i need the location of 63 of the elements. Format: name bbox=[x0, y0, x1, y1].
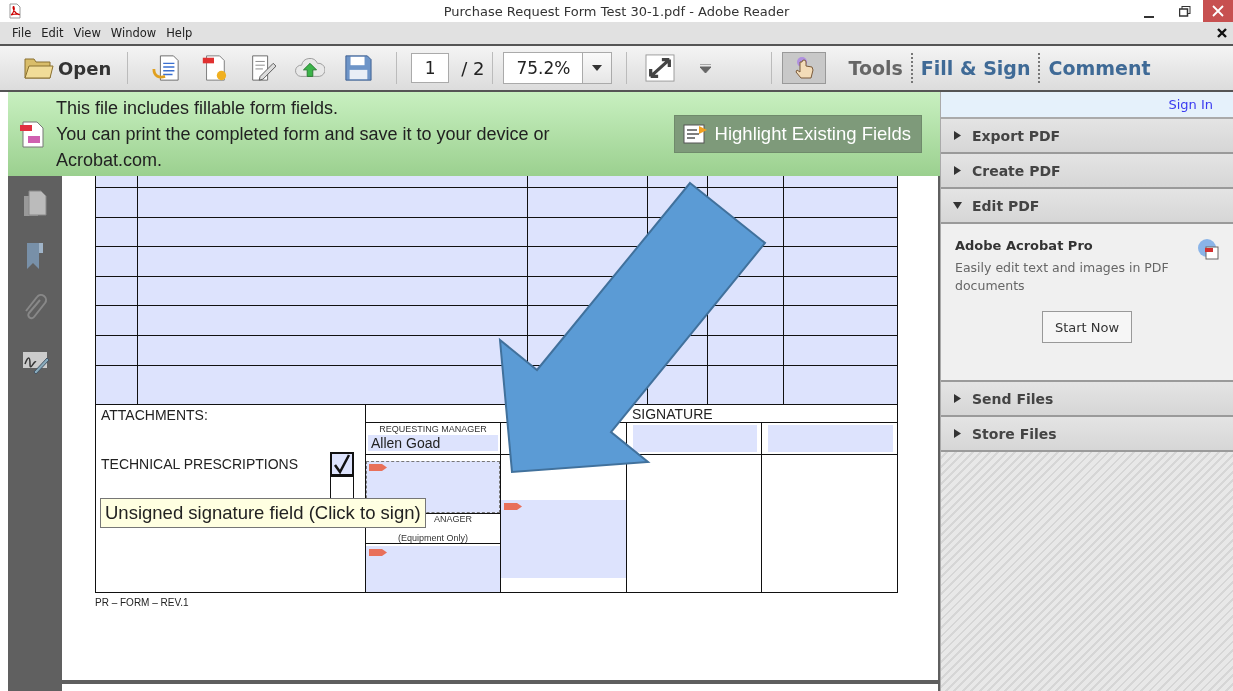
form-field[interactable] bbox=[633, 425, 757, 452]
panel-section-header[interactable]: Store Files bbox=[941, 417, 1233, 452]
window-title: Purchase Request Form Test 30-1.pdf - Adobe Reader bbox=[443, 3, 790, 19]
checkbox[interactable] bbox=[330, 452, 354, 476]
section-label: ATTACHMENTS: bbox=[101, 407, 209, 423]
open-button[interactable]: Open bbox=[22, 56, 114, 80]
flag-icon bbox=[369, 464, 387, 471]
panel-section-header[interactable]: Edit PDF bbox=[941, 189, 1233, 224]
promo-title: Adobe Acrobat Pro bbox=[955, 238, 1093, 253]
notice-text: You can print the completed form and save it to your device or Acrobat.com. bbox=[56, 123, 551, 172]
menu-item[interactable]: View bbox=[73, 26, 107, 40]
checkbox[interactable] bbox=[330, 476, 354, 500]
flag-icon bbox=[369, 549, 387, 557]
form-fields-icon bbox=[682, 123, 709, 145]
notice-text: This file includes fillable form fields. bbox=[56, 97, 340, 120]
panel-section-header[interactable]: Export PDF bbox=[941, 119, 1233, 154]
flag-icon bbox=[504, 503, 522, 510]
expand-icon[interactable] bbox=[645, 54, 676, 82]
section-label: SIGNATURE bbox=[632, 405, 713, 422]
triangle-icon bbox=[953, 429, 962, 438]
save-icon[interactable] bbox=[343, 54, 374, 82]
pane-tab[interactable]: Comment bbox=[1040, 57, 1159, 79]
field-label: ANAGER bbox=[434, 513, 472, 524]
pdf-icon bbox=[8, 3, 22, 19]
form-document-icon bbox=[20, 119, 46, 149]
minimize-icon bbox=[1144, 16, 1154, 18]
menu-item[interactable]: Help bbox=[166, 26, 199, 40]
field-label: REQUESTING MANAGER bbox=[378, 423, 488, 434]
menu-item[interactable]: Window bbox=[110, 26, 163, 40]
caret-icon[interactable] bbox=[700, 63, 712, 73]
sign-in-link[interactable]: Sign In bbox=[1168, 97, 1213, 112]
page-total: / 2 bbox=[461, 57, 485, 79]
restore-icon bbox=[1179, 5, 1191, 17]
panel-section-header[interactable]: Create PDF bbox=[941, 154, 1233, 189]
zoom-field[interactable]: 75.2% bbox=[503, 52, 613, 84]
attachment-label: TECHNICAL PRESCRIPTIONS bbox=[101, 456, 299, 472]
tooltip: Unsigned signature field (Click to sign) bbox=[100, 498, 426, 528]
panel-section-header[interactable]: Send Files bbox=[941, 382, 1233, 417]
page-number-field[interactable]: 1 bbox=[411, 53, 450, 83]
triangle-icon bbox=[953, 166, 962, 175]
triangle-icon bbox=[953, 131, 962, 140]
form-field[interactable] bbox=[768, 425, 893, 452]
signature-field[interactable] bbox=[501, 500, 626, 578]
close-icon[interactable] bbox=[1217, 28, 1227, 38]
folder-icon bbox=[24, 56, 54, 80]
document-icon[interactable] bbox=[151, 54, 182, 82]
caret-icon bbox=[592, 65, 603, 71]
name-field[interactable]: Allen Goad bbox=[368, 435, 498, 451]
form-footer: PR – FORM – REV.1 bbox=[95, 597, 938, 608]
triangle-icon bbox=[953, 201, 962, 210]
globe-document-icon bbox=[1197, 238, 1219, 260]
hand-tool-button[interactable] bbox=[782, 52, 827, 84]
pane-tab[interactable]: Tools bbox=[840, 57, 911, 79]
start-now-button[interactable]: Start Now bbox=[1042, 311, 1132, 343]
promo-text: Easily edit text and images in PDF documents bbox=[955, 259, 1170, 295]
close-icon bbox=[1212, 5, 1224, 17]
signature-field[interactable] bbox=[366, 546, 500, 592]
close-button[interactable] bbox=[1203, 0, 1233, 22]
menu-item[interactable]: File bbox=[12, 26, 38, 40]
pane-tab[interactable]: Fill & Sign bbox=[912, 57, 1039, 79]
triangle-icon bbox=[953, 394, 962, 403]
field-label: (Equipment Only) bbox=[398, 533, 468, 544]
menu-item[interactable]: Edit bbox=[41, 26, 70, 40]
